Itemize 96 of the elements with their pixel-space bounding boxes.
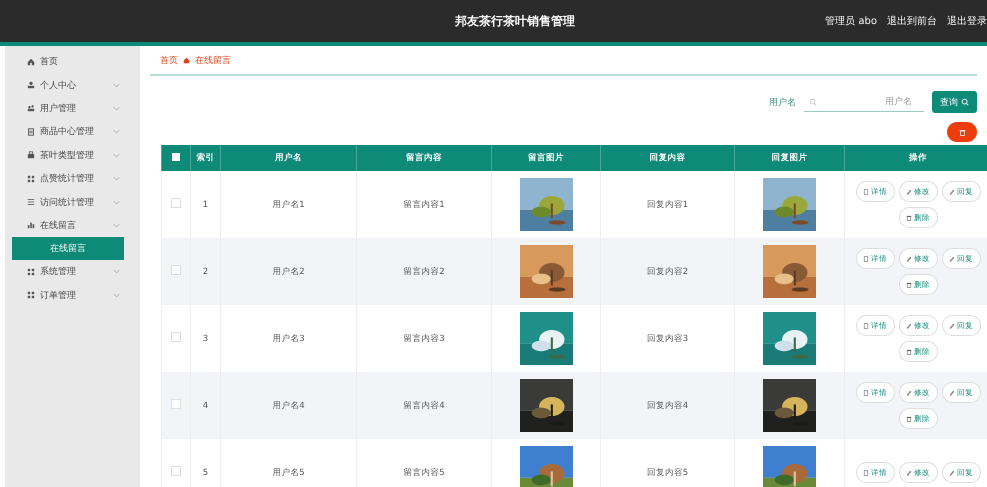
pencil-icon	[906, 470, 912, 476]
document-icon	[863, 322, 869, 328]
column-header: 索引	[190, 145, 220, 171]
trash-icon	[906, 214, 912, 220]
document-icon	[863, 188, 869, 194]
chevron-down-icon	[113, 200, 120, 205]
pencil-icon	[906, 188, 912, 194]
sidebar-item[interactable]: 茶叶类型管理	[5, 144, 140, 167]
table-cell: 回复内容5	[646, 468, 688, 478]
search-field[interactable]: 用户名	[804, 92, 924, 112]
column-header: 留言内容	[356, 145, 492, 171]
users-icon	[27, 104, 35, 112]
breadcrumb-link[interactable]: 在线留言	[195, 54, 231, 66]
list-icon	[27, 198, 35, 206]
header-link[interactable]: 退出登录	[947, 14, 987, 28]
pencil-icon	[906, 322, 912, 328]
chevron-down-icon	[113, 152, 120, 158]
document-icon	[863, 390, 869, 396]
row-checkbox[interactable]	[171, 332, 181, 342]
search-label: 用户名	[769, 96, 796, 108]
grid-icon	[27, 268, 35, 276]
house-icon	[183, 56, 190, 64]
chevron-down-icon	[113, 176, 120, 182]
table-cell: 用户名4	[272, 400, 305, 410]
grid-icon	[27, 174, 35, 183]
trash-icon	[906, 282, 912, 288]
row-checkbox[interactable]	[171, 466, 181, 476]
table-cell: 用户名2	[272, 266, 305, 276]
column-header: 留言图片	[492, 145, 600, 171]
column-header: 操作	[844, 145, 987, 171]
sidebar-item[interactable]: 订单管理	[5, 284, 140, 307]
chevron-down-icon	[113, 129, 120, 134]
delete-button[interactable]	[947, 122, 977, 142]
table-cell: 用户名3	[272, 334, 305, 344]
column-header: 用户名	[220, 145, 356, 171]
table-cell: 2	[202, 266, 208, 276]
table-cell: 5	[202, 468, 208, 478]
home-icon	[27, 58, 35, 66]
table-cell: 回复内容2	[646, 266, 688, 276]
table-cell: 4	[202, 400, 208, 410]
table-cell: 留言内容1	[403, 200, 445, 210]
chevron-down-icon	[113, 82, 120, 88]
grid-icon	[27, 291, 35, 300]
sidebar-item[interactable]: 个人中心	[5, 73, 140, 97]
app-title: 邦友茶行茶叶销售管理	[455, 12, 575, 30]
column-header: 回复内容	[600, 145, 734, 171]
column-header: 回复图片	[734, 145, 844, 171]
chevron-down-icon	[113, 222, 120, 228]
table-cell: 1	[202, 200, 208, 210]
table-cell: 留言内容3	[403, 334, 445, 344]
chevron-down-icon	[113, 292, 120, 298]
trash-icon	[906, 416, 912, 422]
sidebar-item[interactable]: 在线留言	[5, 214, 140, 238]
pencil-icon	[949, 322, 955, 328]
pencil-icon	[949, 470, 955, 476]
document-icon	[863, 256, 869, 262]
sidebar-item[interactable]: 用户管理	[5, 96, 140, 120]
sidebar-item[interactable]: 访问统计管理	[5, 190, 140, 214]
search-icon	[961, 98, 969, 106]
pencil-icon	[949, 188, 955, 194]
breadcrumb-link[interactable]: 首页	[160, 54, 178, 66]
pencil-icon	[949, 256, 955, 262]
search-button[interactable]: 查询	[932, 91, 977, 113]
select-all-checkbox[interactable]	[172, 152, 180, 160]
table-cell: 留言内容5	[403, 468, 445, 478]
table-cell: 留言内容2	[403, 266, 445, 276]
row-checkbox[interactable]	[171, 198, 181, 208]
document-icon	[863, 470, 869, 476]
sidebar-item[interactable]: 系统管理	[5, 260, 140, 284]
sidebar-item[interactable]: 点赞统计管理	[5, 166, 140, 190]
sidebar-item[interactable]: 商品中心管理	[5, 120, 140, 144]
row-checkbox[interactable]	[171, 265, 181, 275]
table-cell: 留言内容4	[403, 400, 445, 410]
trash-icon	[958, 128, 966, 136]
trash-icon	[906, 348, 912, 354]
pencil-icon	[906, 390, 912, 396]
row-checkbox[interactable]	[171, 399, 181, 409]
pencil-icon	[906, 256, 912, 262]
sidebar-subitem[interactable]: 在线留言	[12, 237, 124, 260]
table-cell: 3	[202, 334, 208, 344]
chevron-down-icon	[113, 269, 120, 274]
chevron-down-icon	[113, 106, 120, 111]
sidebar-item[interactable]: 首页	[5, 50, 140, 74]
header-link[interactable]: 退出到前台	[887, 14, 937, 28]
table-cell: 用户名1	[272, 200, 305, 210]
pencil-icon	[949, 390, 955, 396]
header-link[interactable]: 管理员 abo	[825, 14, 877, 28]
bar-chart-icon	[27, 221, 35, 230]
document-icon	[27, 128, 35, 136]
table-cell: 用户名5	[272, 468, 305, 478]
table-cell: 回复内容1	[646, 200, 688, 210]
user-icon	[27, 81, 35, 90]
search-icon	[809, 98, 817, 106]
table-cell: 回复内容3	[646, 334, 688, 344]
box-icon	[27, 151, 35, 160]
table-cell: 回复内容4	[646, 400, 688, 410]
